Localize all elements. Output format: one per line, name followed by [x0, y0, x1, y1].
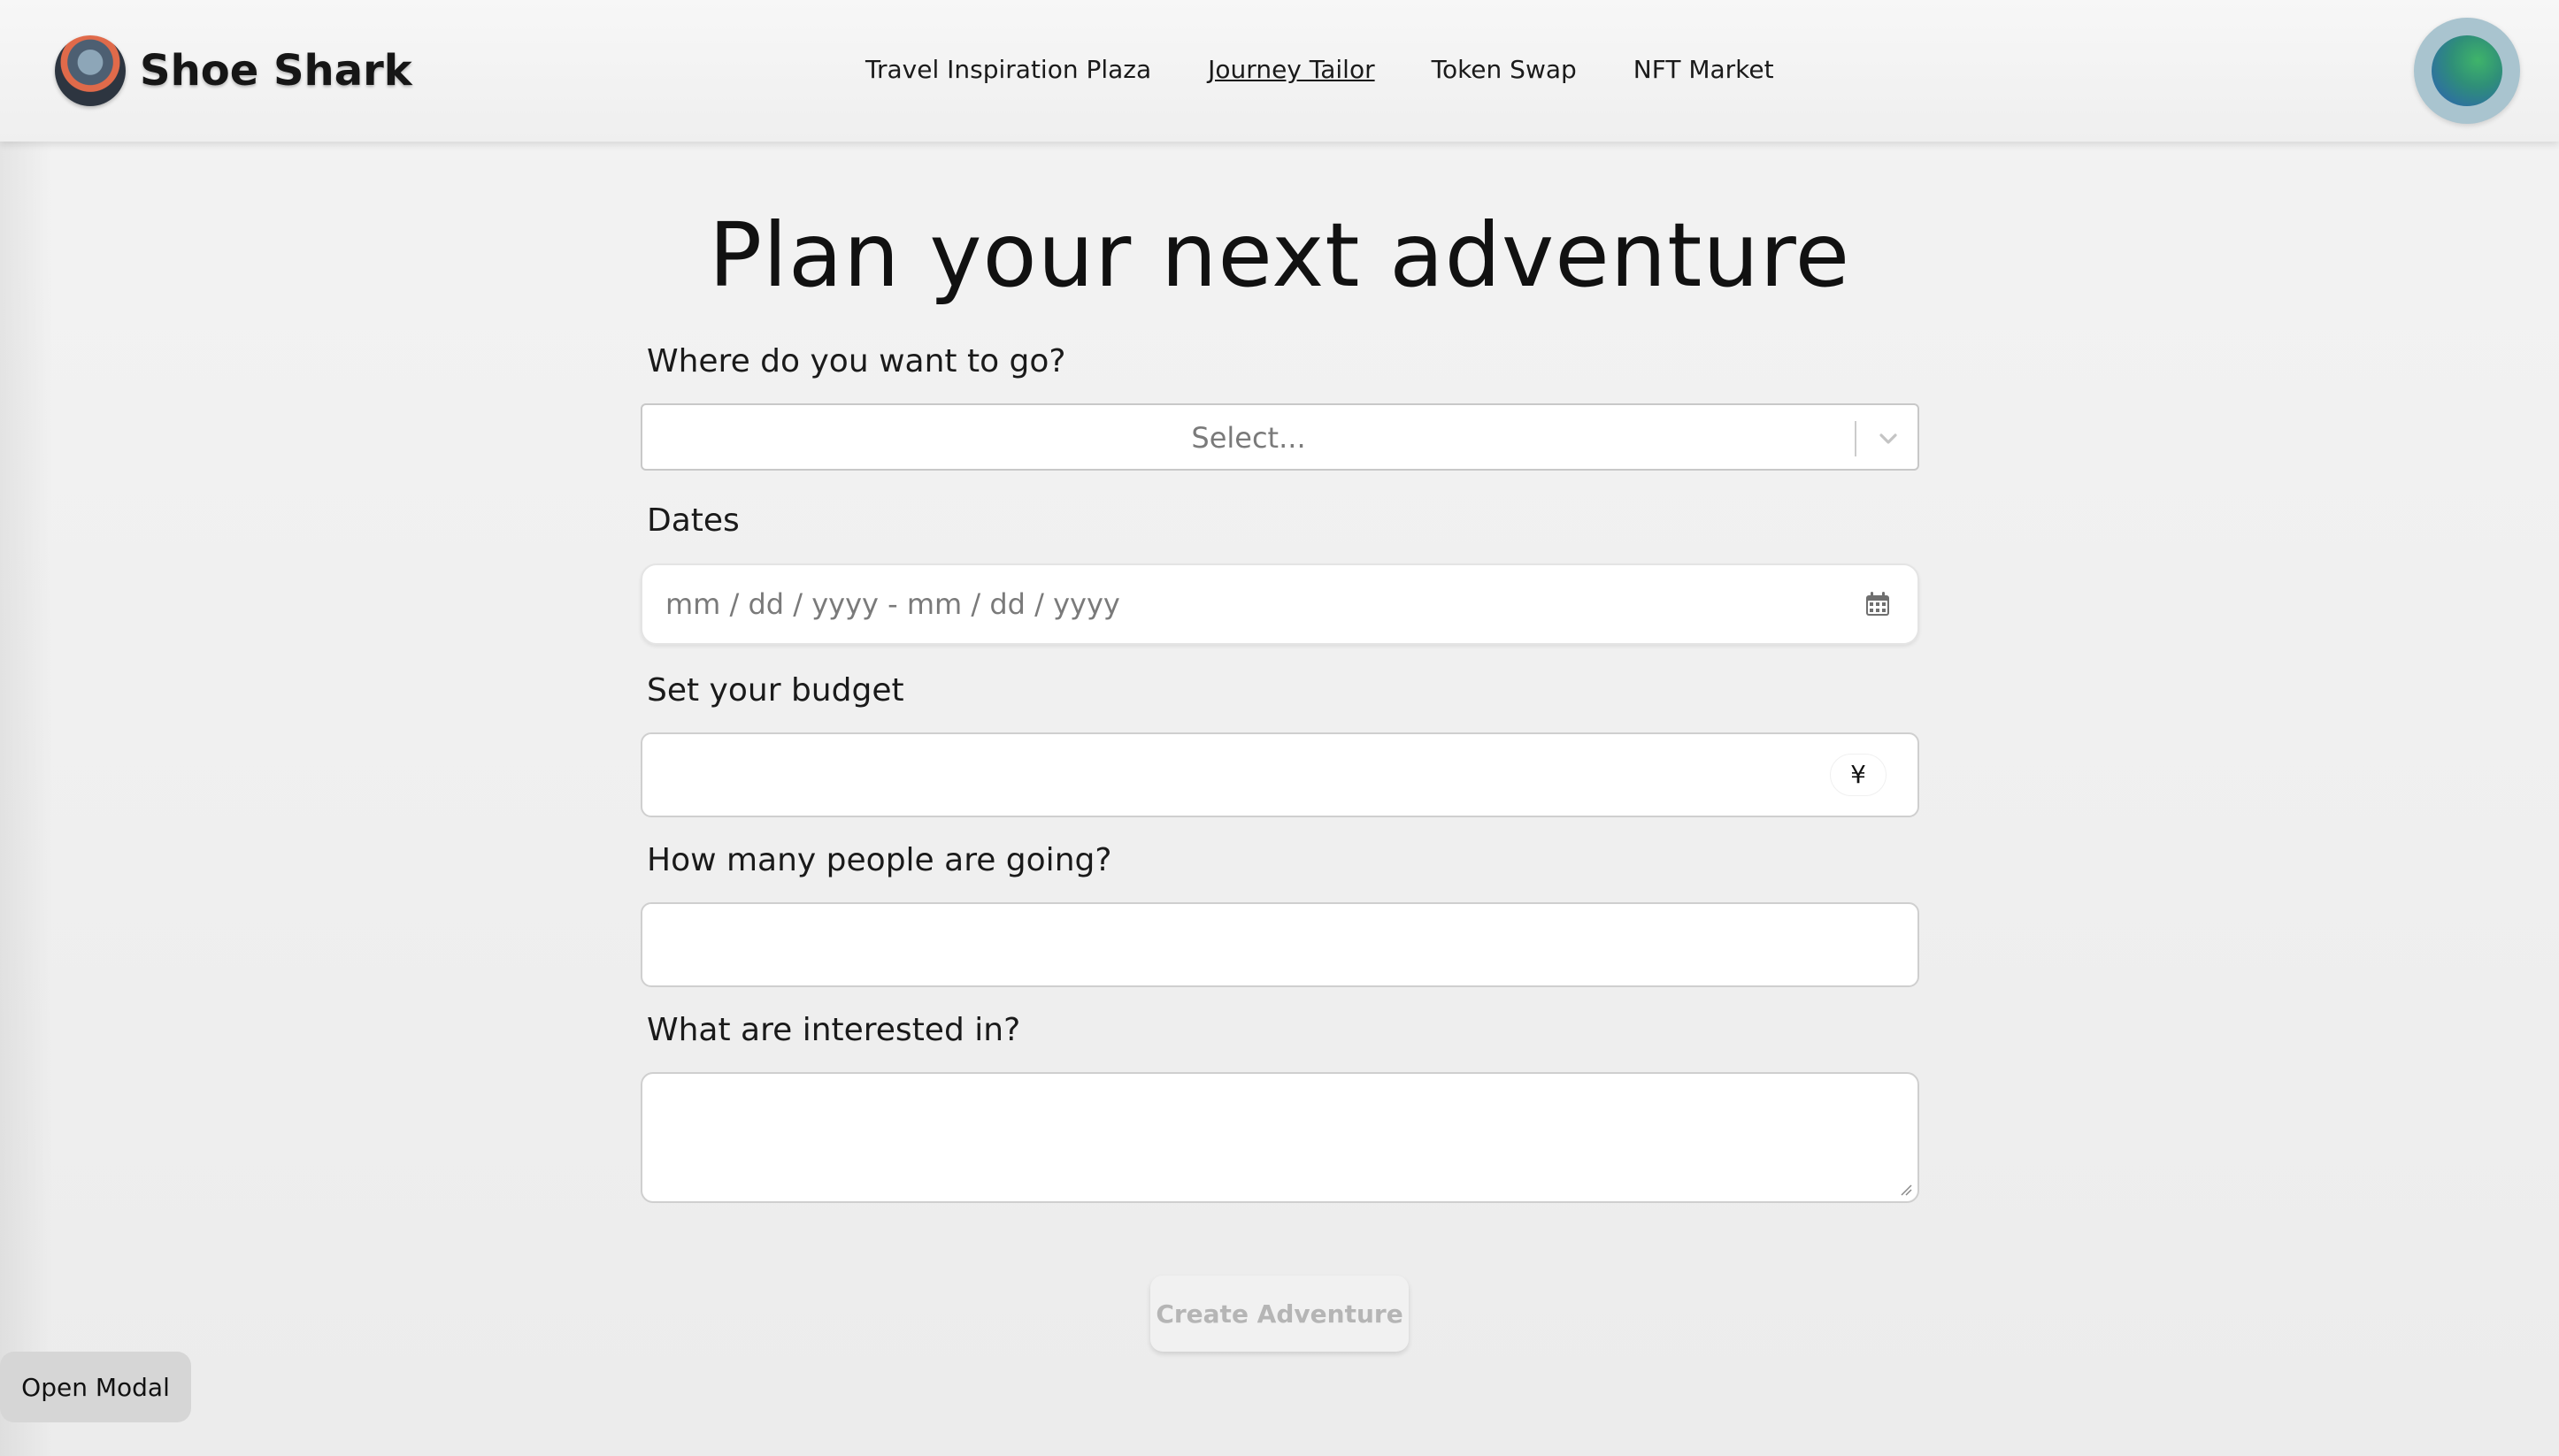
open-modal-button[interactable]: Open Modal [0, 1352, 191, 1422]
date-range-placeholder: mm / dd / yyyy - mm / dd / yyyy [665, 587, 1120, 621]
interests-textarea[interactable] [641, 1072, 1919, 1203]
people-label: How many people are going? [647, 842, 1112, 878]
budget-input[interactable]: ¥ [641, 732, 1919, 817]
create-adventure-button[interactable]: Create Adventure [1150, 1276, 1409, 1352]
dates-label: Dates [647, 502, 740, 539]
left-edge-shadow [0, 142, 53, 1456]
destination-select[interactable]: Select... [641, 403, 1919, 471]
avatar [2432, 35, 2502, 106]
interests-label: What are interested in? [647, 1012, 1021, 1048]
destination-label: Where do you want to go? [647, 343, 1066, 379]
page-title: Plan your next adventure [708, 203, 1851, 307]
user-avatar-button[interactable] [2414, 18, 2520, 124]
nav-token-swap[interactable]: Token Swap [1432, 55, 1577, 84]
budget-label: Set your budget [647, 672, 904, 709]
brand[interactable]: Shoe Shark [55, 35, 412, 106]
people-count-input[interactable] [641, 902, 1919, 987]
nav-nft-market[interactable]: NFT Market [1633, 55, 1774, 84]
top-navbar: Shoe Shark Travel Inspiration Plaza Jour… [0, 0, 2559, 142]
chevron-down-icon[interactable] [1874, 425, 1902, 453]
select-separator [1855, 421, 1856, 456]
date-range-input[interactable]: mm / dd / yyyy - mm / dd / yyyy [641, 563, 1919, 645]
destination-placeholder: Select... [1191, 421, 1306, 455]
nav-journey-tailor[interactable]: Journey Tailor [1208, 55, 1374, 84]
nav-travel-inspiration-plaza[interactable]: Travel Inspiration Plaza [865, 55, 1151, 84]
main-nav: Travel Inspiration Plaza Journey Tailor … [865, 55, 1831, 84]
brand-name: Shoe Shark [140, 46, 412, 96]
shark-logo-icon [55, 35, 126, 106]
yen-icon: ¥ [1830, 754, 1887, 796]
resize-grip-icon[interactable] [1898, 1182, 1912, 1196]
calendar-icon[interactable] [1864, 590, 1892, 618]
